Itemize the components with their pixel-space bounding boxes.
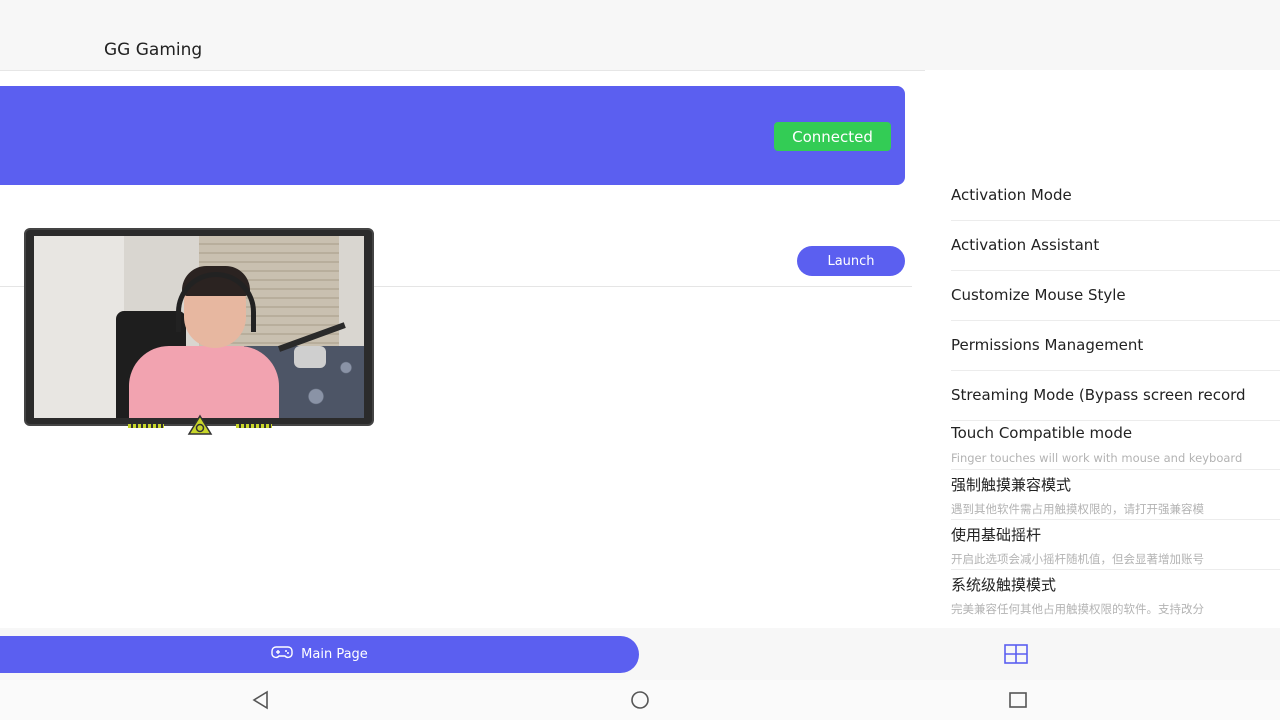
menu-item-touch-compatible-mode[interactable]: Touch Compatible mode: [951, 424, 1280, 442]
menu-divider: [951, 469, 1280, 470]
menu-item-description: 完美兼容任何其他占用触摸权限的软件。支持改分: [951, 602, 1204, 616]
webcam-wall: [34, 236, 124, 418]
menu-item-force-touch-compat[interactable]: 强制触摸兼容模式: [951, 474, 1280, 495]
back-icon[interactable]: [249, 689, 273, 711]
menu-divider: [951, 320, 1280, 321]
header-divider: [0, 70, 925, 71]
menu-divider: [951, 270, 1280, 271]
menu-item-description: Finger touches will work with mouse and …: [951, 451, 1243, 465]
recents-icon[interactable]: [1006, 689, 1030, 711]
menu-divider: [951, 569, 1280, 570]
nav-main-page[interactable]: Main Page: [0, 636, 639, 673]
menu-item-activation-assistant[interactable]: Activation Assistant: [951, 236, 1280, 254]
menu-divider: [951, 220, 1280, 221]
menu-item-system-touch-mode[interactable]: 系统级触摸模式: [951, 574, 1280, 595]
launch-button[interactable]: Launch: [797, 246, 905, 276]
overlay-stripe-right: [236, 424, 272, 428]
menu-item-streaming-mode[interactable]: Streaming Mode (Bypass screen record: [951, 386, 1280, 404]
connection-banner: [0, 86, 905, 185]
menu-divider: [951, 370, 1280, 371]
menu-item-activation-mode[interactable]: Activation Mode: [951, 186, 1280, 204]
webcam-microphone: [294, 346, 326, 368]
home-icon[interactable]: [628, 689, 652, 711]
webcam-overlay: [24, 228, 374, 426]
menu-item-basic-joystick[interactable]: 使用基础摇杆: [951, 524, 1280, 545]
menu-item-description: 遇到其他软件需占用触摸权限的，请打开强兼容模: [951, 502, 1204, 516]
app-title: GG Gaming: [104, 40, 203, 60]
overlay-logo-icon: [187, 414, 213, 436]
nav-main-label: Main Page: [301, 647, 368, 662]
grid-icon[interactable]: [1003, 643, 1029, 665]
webcam-person-body: [129, 346, 279, 418]
overlay-stripe-left: [128, 424, 164, 428]
connection-status-badge: Connected: [774, 122, 891, 151]
menu-item-permissions-management[interactable]: Permissions Management: [951, 336, 1280, 354]
menu-divider: [951, 519, 1280, 520]
menu-item-description: 开启此选项会减小摇杆随机值，但会显著增加账号: [951, 552, 1204, 566]
menu-item-customize-mouse-style[interactable]: Customize Mouse Style: [951, 286, 1280, 304]
webcam-feed: [34, 236, 364, 418]
menu-divider: [951, 420, 1280, 421]
gamepad-icon: [271, 645, 293, 664]
